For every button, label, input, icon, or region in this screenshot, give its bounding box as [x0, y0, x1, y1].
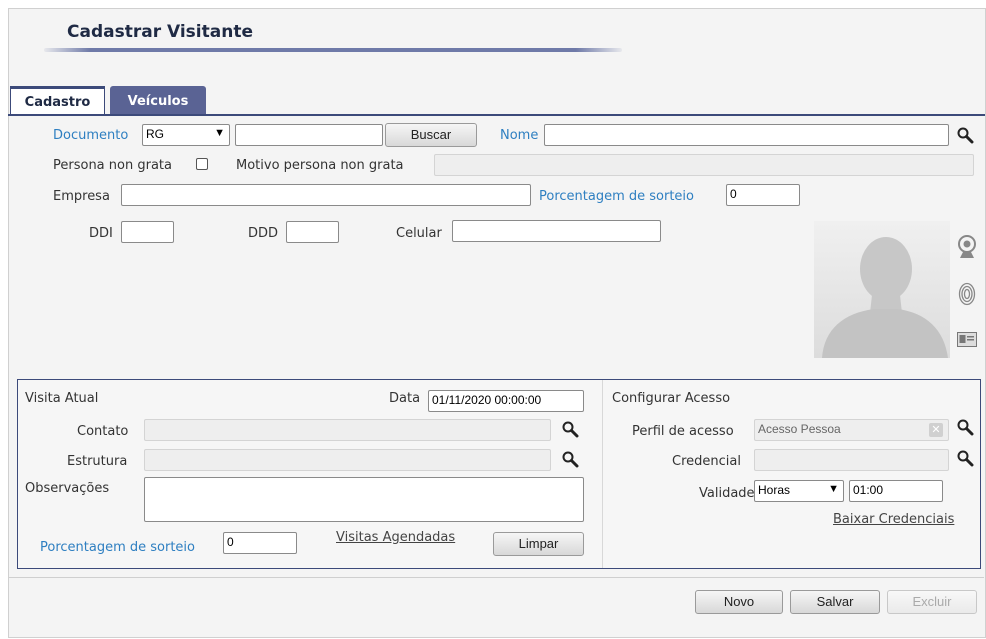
tab-veiculos[interactable]: Veículos — [110, 86, 206, 114]
documento-label: Documento — [53, 128, 129, 143]
estrutura-input[interactable] — [144, 449, 551, 471]
tab-cadastro[interactable]: Cadastro — [10, 86, 105, 114]
validade-label: Validade — [699, 486, 755, 501]
perfil-acesso-value: Acesso Pessoa — [758, 422, 841, 436]
documento-numero-input[interactable] — [235, 124, 383, 146]
configurar-acesso-label: Configurar Acesso — [612, 391, 731, 406]
credencial-input[interactable] — [754, 449, 949, 471]
buscar-button[interactable]: Buscar — [385, 123, 477, 147]
contato-label: Contato — [77, 424, 129, 439]
limpar-button[interactable]: Limpar — [493, 532, 584, 556]
contato-input[interactable] — [144, 419, 551, 441]
footer-divider — [9, 577, 984, 578]
perfil-acesso-input[interactable]: Acesso Pessoa — [754, 419, 949, 441]
ddd-input[interactable] — [286, 221, 339, 243]
chevron-down-icon: ▼ — [828, 483, 839, 495]
documento-tipo-select[interactable]: RG ▼ — [142, 124, 230, 146]
celular-label: Celular — [396, 226, 442, 241]
estrutura-search-icon[interactable] — [561, 450, 579, 468]
observacoes-label: Observações — [25, 481, 110, 496]
avatar-silhouette-icon — [822, 237, 948, 358]
validade-input[interactable]: 01:00 — [849, 480, 943, 502]
documento-tipo-value: RG — [146, 127, 164, 141]
validade-unidade-select[interactable]: Horas ▼ — [754, 480, 844, 502]
visitas-agendadas-link[interactable]: Visitas Agendadas — [336, 530, 455, 545]
page-title: Cadastrar Visitante — [67, 22, 253, 42]
visita-atual-label: Visita Atual — [25, 391, 99, 406]
data-label: Data — [389, 391, 421, 406]
porcentagem-sorteio-label: Porcentagem de sorteio — [539, 189, 694, 204]
observacoes-textarea[interactable] — [144, 477, 584, 522]
ddd-label: DDD — [248, 226, 279, 241]
motivo-label: Motivo persona non grata — [236, 158, 404, 173]
credencial-search-icon[interactable] — [956, 449, 974, 467]
credencial-label: Credencial — [672, 454, 741, 469]
novo-button[interactable]: Novo — [695, 590, 783, 614]
ddi-label: DDI — [89, 226, 113, 241]
perfil-search-icon[interactable] — [956, 418, 974, 436]
id-card-icon[interactable] — [957, 332, 977, 347]
contato-search-icon[interactable] — [561, 420, 579, 438]
panel-divider — [602, 380, 603, 568]
visita-porcentagem-label: Porcentagem de sorteio — [40, 540, 195, 555]
ddi-input[interactable] — [121, 221, 174, 243]
webcam-icon[interactable] — [956, 234, 978, 260]
clear-icon[interactable]: ✕ — [929, 423, 943, 437]
empresa-label: Empresa — [53, 189, 110, 204]
estrutura-label: Estrutura — [67, 454, 128, 469]
nome-input[interactable] — [544, 124, 949, 146]
celular-input[interactable] — [452, 220, 661, 242]
baixar-credenciais-link[interactable]: Baixar Credenciais — [833, 512, 954, 527]
visita-porcentagem-input[interactable]: 0 — [223, 532, 297, 554]
persona-non-grata-label: Persona non grata — [53, 158, 172, 173]
search-icon[interactable] — [956, 126, 974, 144]
salvar-button[interactable]: Salvar — [790, 590, 880, 614]
motivo-input[interactable] — [434, 154, 974, 176]
nome-label: Nome — [500, 128, 539, 143]
perfil-acesso-label: Perfil de acesso — [632, 424, 734, 439]
empresa-input[interactable] — [121, 184, 531, 206]
visitor-photo — [814, 221, 950, 358]
title-underline — [44, 48, 622, 52]
excluir-button[interactable]: Excluir — [887, 590, 977, 614]
data-input[interactable]: 01/11/2020 00:00:00 — [428, 390, 584, 412]
persona-non-grata-checkbox[interactable] — [196, 158, 208, 170]
fingerprint-icon[interactable] — [958, 282, 976, 306]
validade-unidade-value: Horas — [758, 483, 791, 497]
chevron-down-icon: ▼ — [214, 127, 225, 139]
tab-underline — [8, 114, 985, 116]
porcentagem-sorteio-input[interactable]: 0 — [726, 184, 800, 206]
